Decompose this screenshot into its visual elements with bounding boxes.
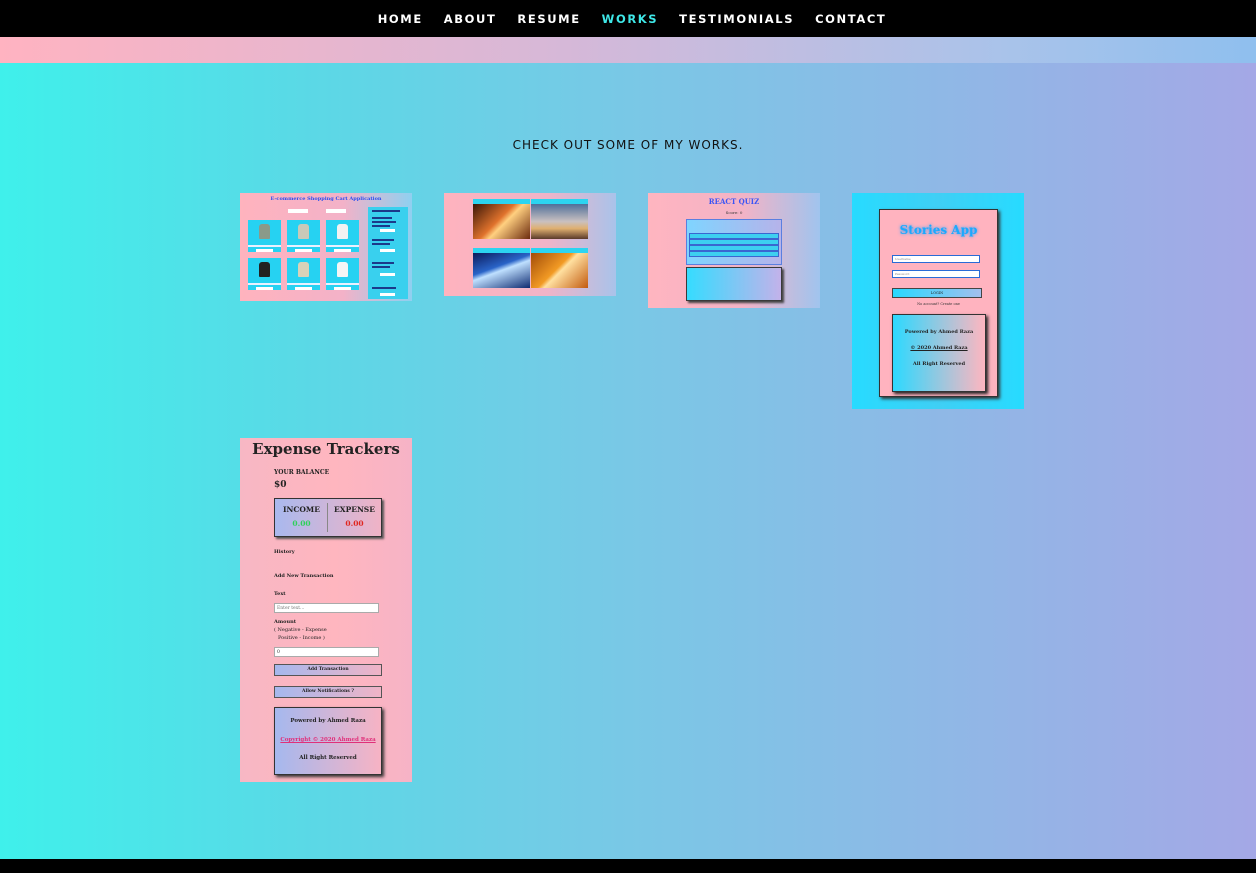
product-card (248, 220, 281, 252)
quiz-question-box (686, 219, 782, 265)
expense-amount: 0.00 (345, 519, 364, 528)
quiz-option (689, 251, 779, 257)
password-field: Password (892, 270, 980, 278)
footer-powered-by: Powered by Ahmed Raza (904, 329, 974, 335)
project-thumbnail-expense-tracker[interactable]: Expense Trackers YOUR BALANCE $0 INCOME … (240, 438, 412, 782)
section-divider-band (0, 37, 1256, 63)
gallery-post (473, 199, 530, 239)
gallery-post (531, 248, 588, 288)
allow-notifications-button: Allow Notifications ? (274, 686, 382, 698)
size-filter-select (288, 209, 308, 213)
nav-testimonials[interactable]: TESTIMONIALS (679, 12, 794, 26)
product-grid (248, 220, 363, 290)
amount-input: 0 (274, 647, 379, 657)
stories-footer: Powered by Ahmed Raza © 2020 Ahmed Raza … (892, 314, 986, 392)
stories-login-card: Stories App Username Password LOGIN No a… (879, 209, 998, 397)
text-input: Enter text... (274, 603, 379, 613)
gallery-post (531, 199, 588, 239)
bottom-bar (0, 859, 1256, 873)
sort-filter-select (326, 209, 346, 213)
expense-label: EXPENSE (334, 505, 375, 514)
nav-contact[interactable]: CONTACT (815, 12, 886, 26)
project-thumbnail-react-quiz[interactable]: REACT QUIZ Score: 0 (648, 193, 820, 308)
nav-list: HOME ABOUT RESUME WORKS TESTIMONIALS CON… (378, 12, 887, 26)
footer-rights: All Right Reserved (299, 755, 357, 761)
username-field: Username (892, 255, 980, 263)
product-card (287, 220, 320, 252)
nav-resume[interactable]: RESUME (517, 12, 580, 26)
project-thumbnail-stories-app[interactable]: Stories App Username Password LOGIN No a… (852, 193, 1024, 409)
product-card (326, 258, 359, 290)
quiz-footer (686, 267, 782, 301)
footer-powered-by: Powered by Ahmed Raza (290, 718, 366, 724)
login-button: LOGIN (892, 288, 982, 298)
add-transaction-button: Add Transaction (274, 664, 382, 676)
product-card (248, 258, 281, 290)
footer-rights: All Right Reserved (912, 361, 966, 367)
quiz-title: REACT QUIZ (708, 197, 760, 206)
add-transaction-heading: Add New Transaction (274, 573, 334, 579)
cart-panel (368, 207, 408, 299)
product-card (326, 220, 359, 252)
product-card (287, 258, 320, 290)
project-thumbnail-shopping-cart[interactable]: E-commerce Shopping Cart Application (240, 193, 412, 301)
balance-amount: $0 (274, 480, 287, 490)
amount-hint-1: ( Negative - Expense (274, 627, 327, 633)
income-label: INCOME (283, 505, 320, 514)
footer-copyright: Copyright © 2020 Ahmed Raza (280, 737, 376, 743)
amount-label: Amount (274, 619, 297, 625)
top-navigation: HOME ABOUT RESUME WORKS TESTIMONIALS CON… (0, 0, 1256, 37)
create-account-link: No account? Create one (917, 302, 960, 306)
income-expense-panel: INCOME EXPENSE 0.00 0.00 (274, 498, 382, 537)
works-heading: CHECK OUT SOME OF MY WORKS. (512, 138, 744, 152)
nav-works[interactable]: WORKS (602, 12, 659, 26)
balance-label: YOUR BALANCE (274, 469, 330, 476)
nav-about[interactable]: ABOUT (444, 12, 497, 26)
project-thumbnail-photo-gallery[interactable] (444, 193, 616, 296)
expense-title: Expense Trackers (252, 440, 400, 458)
text-label: Text (274, 591, 286, 597)
stories-app-title: Stories App (899, 223, 978, 237)
quiz-score: Score: 0 (725, 210, 743, 215)
income-amount: 0.00 (292, 519, 311, 528)
expense-footer: Powered by Ahmed Raza Copyright © 2020 A… (274, 707, 382, 775)
shopping-cart-title: E-commerce Shopping Cart Application (270, 196, 382, 202)
amount-hint-2: Positive - Income ) (278, 635, 325, 641)
works-section: CHECK OUT SOME OF MY WORKS. E-commerce S… (0, 63, 1256, 859)
history-label: History (274, 549, 295, 555)
gallery-post (473, 248, 530, 288)
nav-home[interactable]: HOME (378, 12, 423, 26)
footer-copyright: © 2020 Ahmed Raza (910, 345, 968, 351)
